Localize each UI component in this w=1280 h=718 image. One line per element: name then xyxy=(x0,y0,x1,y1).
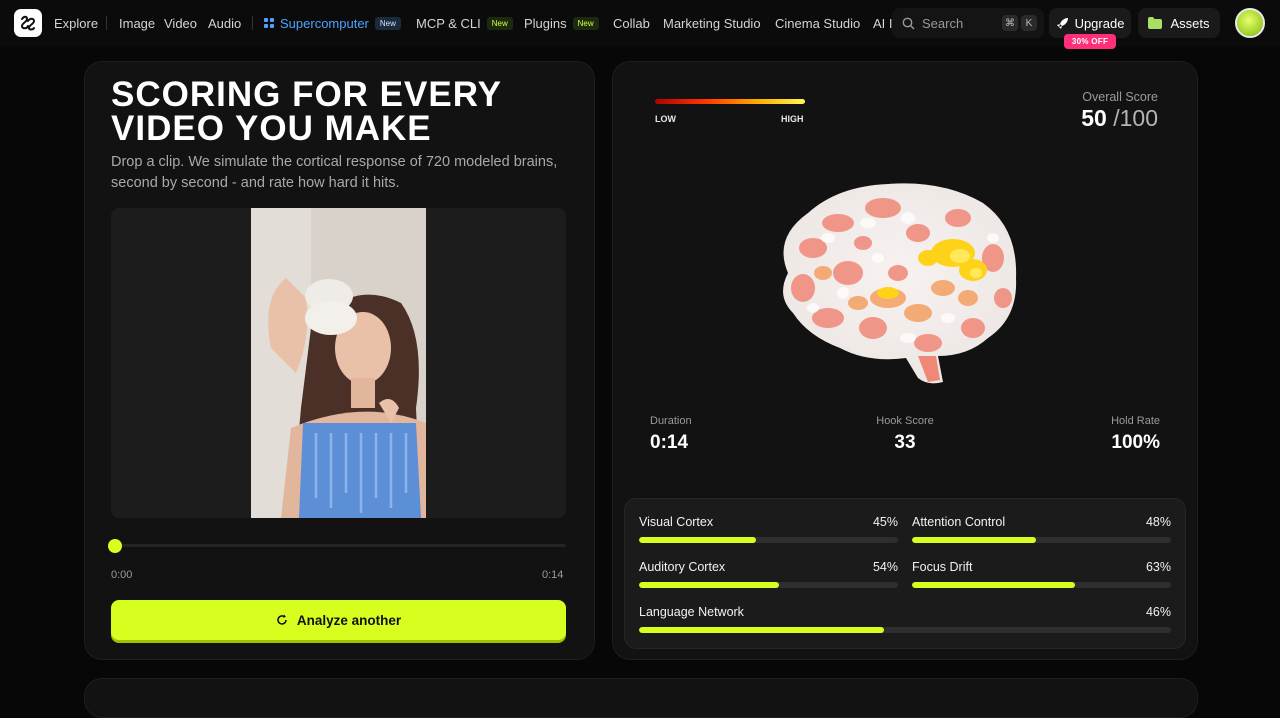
grid-icon xyxy=(264,18,274,28)
search-placeholder: Search xyxy=(922,15,964,31)
metric-value-attention-control: 48% xyxy=(1145,515,1171,529)
metric-name-visual-cortex: Visual Cortex xyxy=(639,515,714,529)
top-navigation-bar: Explore Image Video Audio Supercomputer … xyxy=(0,0,1280,49)
nav-collab[interactable]: Collab xyxy=(613,0,650,46)
total-time: 0:14 xyxy=(542,569,564,581)
hold-rate-value: 100% xyxy=(1111,432,1160,453)
refresh-icon xyxy=(277,614,287,625)
metric-value-auditory-cortex: 54% xyxy=(872,560,898,574)
metric-fill xyxy=(639,627,884,633)
metric-value-visual-cortex: 45% xyxy=(872,515,898,529)
metric-bar-attention-control xyxy=(912,537,1171,543)
hold-rate-label: Hold Rate xyxy=(1111,415,1160,427)
shortcut-key-cmd: ⌘ xyxy=(1002,15,1018,31)
overall-score-value: 50 /100 xyxy=(1081,105,1158,131)
video-thumbnail xyxy=(251,208,426,518)
metric-bar-auditory-cortex xyxy=(639,582,898,588)
app-logo[interactable] xyxy=(14,9,42,37)
nav-supercomputer[interactable]: Supercomputer New xyxy=(264,0,401,46)
nav-explore[interactable]: Explore xyxy=(54,0,98,46)
next-section-card xyxy=(84,678,1198,718)
legend-low-label: LOW xyxy=(655,114,676,124)
nav-ai-truncated[interactable]: AI I xyxy=(873,0,893,46)
new-badge: New xyxy=(374,16,401,30)
nav-video[interactable]: Video xyxy=(164,0,197,46)
nav-audio[interactable]: Audio xyxy=(208,0,241,46)
nav-divider xyxy=(252,16,253,30)
hook-score-label: Hook Score xyxy=(876,415,934,427)
shortcut-key-k: K xyxy=(1021,15,1037,31)
metric-name-attention-control: Attention Control xyxy=(912,515,1006,529)
search-box[interactable]: Search ⌘ K xyxy=(892,8,1044,38)
metric-fill xyxy=(639,537,756,543)
nav-mcp-cli[interactable]: MCP & CLI New xyxy=(416,0,513,46)
metric-bar-focus-drift xyxy=(912,582,1171,588)
metric-fill xyxy=(912,537,1037,543)
legend-high-label: HIGH xyxy=(781,114,804,124)
hook-score-value: 33 xyxy=(894,432,916,453)
metric-value-focus-drift: 63% xyxy=(1145,560,1171,574)
nav-cinema-studio[interactable]: Cinema Studio xyxy=(775,0,860,46)
user-avatar[interactable] xyxy=(1235,8,1265,38)
page-subtitle: Drop a clip. We simulate the cortical re… xyxy=(111,154,558,191)
discount-badge: 30% OFF xyxy=(1064,34,1116,49)
rocket-icon xyxy=(1056,17,1068,29)
search-icon xyxy=(902,17,915,29)
metric-fill xyxy=(912,582,1076,588)
new-badge: New xyxy=(572,16,599,30)
metric-value-language-network: 46% xyxy=(1145,605,1171,619)
duration-value: 0:14 xyxy=(650,432,689,453)
metric-bar-language-network xyxy=(639,627,1171,633)
duration-label: Duration xyxy=(650,415,692,427)
folder-icon xyxy=(1148,17,1163,29)
heatmap-legend-gradient xyxy=(655,99,805,104)
metric-bar-visual-cortex xyxy=(639,537,898,543)
metric-name-auditory-cortex: Auditory Cortex xyxy=(639,560,726,574)
assets-button[interactable]: Assets xyxy=(1138,8,1220,38)
new-badge: New xyxy=(486,16,513,30)
scrubber-track[interactable] xyxy=(111,544,566,547)
nav-plugins[interactable]: Plugins New xyxy=(524,0,599,46)
video-preview[interactable] xyxy=(111,208,566,518)
brain-metrics-panel: Visual Cortex 45% Attention Control 48% … xyxy=(624,498,1186,649)
nav-divider xyxy=(106,16,107,30)
nav-image[interactable]: Image xyxy=(119,0,155,46)
metric-fill xyxy=(639,582,779,588)
analyze-another-button[interactable]: Analyze another xyxy=(111,600,566,640)
page-title: SCORING FOR EVERY VIDEO YOU MAKE xyxy=(111,75,503,148)
metric-name-focus-drift: Focus Drift xyxy=(912,560,973,574)
logo-icon xyxy=(20,15,36,31)
brain-heatmap xyxy=(783,183,1017,384)
current-time: 0:00 xyxy=(111,569,133,581)
scrubber-handle[interactable] xyxy=(108,539,122,553)
metric-name-language-network: Language Network xyxy=(639,605,744,619)
overall-score-label: Overall Score xyxy=(1082,90,1158,104)
nav-marketing-studio[interactable]: Marketing Studio xyxy=(663,0,761,46)
